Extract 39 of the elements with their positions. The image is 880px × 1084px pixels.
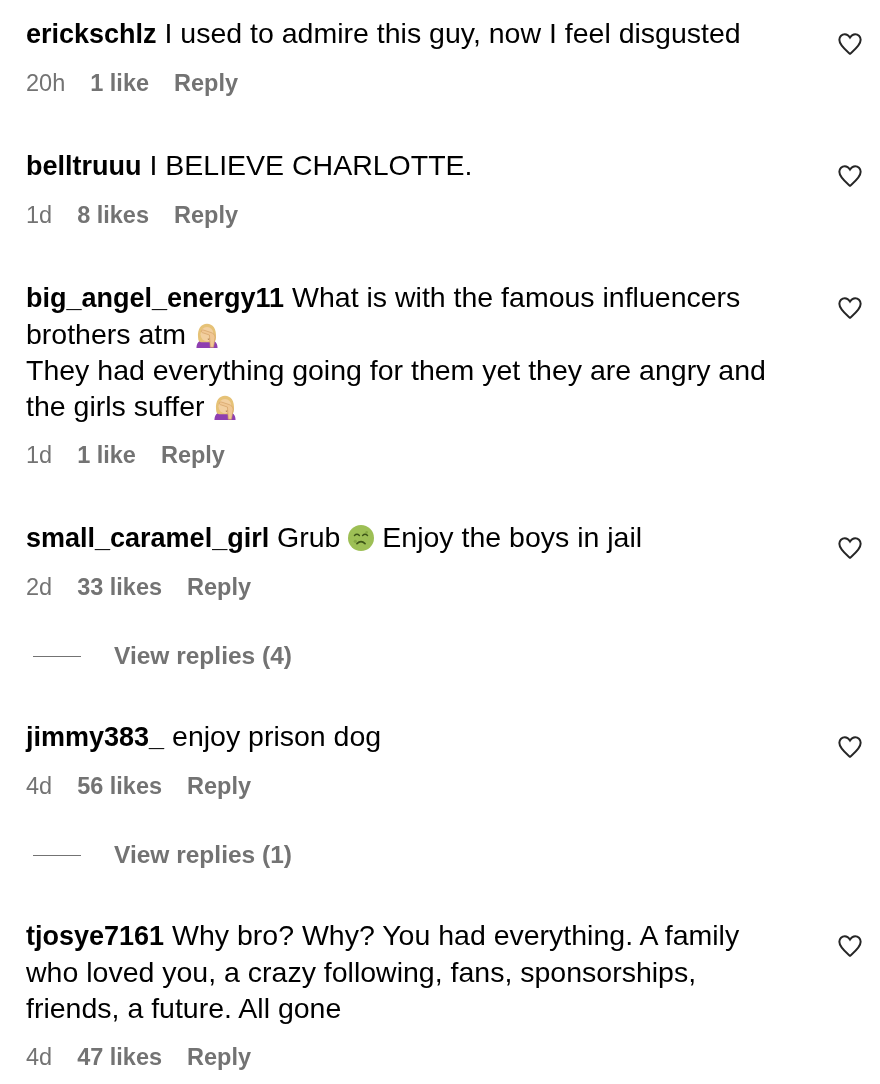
heart-icon[interactable] bbox=[838, 537, 862, 559]
username-link[interactable]: erickschlz bbox=[26, 19, 157, 49]
heart-icon[interactable] bbox=[838, 33, 862, 55]
heart-icon[interactable] bbox=[838, 297, 862, 319]
username-link[interactable]: belltruuu bbox=[26, 151, 142, 181]
reply-button[interactable]: Reply bbox=[187, 1042, 252, 1072]
likes-button[interactable]: 33 likes bbox=[77, 572, 163, 602]
reply-button[interactable]: Reply bbox=[174, 200, 238, 230]
reply-button[interactable]: Reply bbox=[174, 68, 238, 98]
view-replies-button[interactable]: View replies (1) bbox=[114, 840, 292, 870]
nauseated-face-icon bbox=[348, 525, 375, 551]
reply-button[interactable]: Reply bbox=[187, 771, 252, 801]
comment-time: 4d bbox=[26, 1043, 53, 1072]
likes-button[interactable]: 1 like bbox=[77, 440, 136, 470]
comment-time: 4d bbox=[26, 772, 53, 801]
comment-text: belltruuu I BELIEVE CHARLOTTE. bbox=[26, 148, 474, 183]
comment-text: small_caramel_girl Grub Enjoy the boys in jail bbox=[26, 520, 644, 555]
likes-button[interactable]: 56 likes bbox=[77, 771, 163, 801]
username-link[interactable]: tjosye7161 bbox=[26, 921, 165, 951]
comment-text: big_angel_energy11 What is with the famous influencers brothers atm They had everything going for them yet they are angry and the girls suffer bbox=[26, 280, 767, 424]
reply-button[interactable]: Reply bbox=[187, 572, 252, 602]
username-link[interactable]: big_angel_energy11 bbox=[26, 283, 285, 313]
heart-icon[interactable] bbox=[838, 935, 862, 957]
comment-time: 1d bbox=[26, 201, 53, 230]
comment-text: erickschlz I used to admire this guy, now I feel disgusted bbox=[26, 16, 742, 51]
likes-button[interactable]: 1 like bbox=[90, 68, 149, 98]
likes-button[interactable]: 8 likes bbox=[77, 200, 149, 230]
username-link[interactable]: small_caramel_girl bbox=[26, 523, 270, 553]
heart-icon[interactable] bbox=[838, 736, 862, 758]
comment-time: 1d bbox=[26, 441, 53, 470]
comment-time: 2d bbox=[26, 573, 53, 602]
comment-text: tjosye7161 Why bro? Why? You had everything. A family who loved you, a crazy following, fans, sponsorships, friends, a future. All gone bbox=[26, 918, 741, 1026]
reply-button[interactable]: Reply bbox=[160, 440, 225, 470]
view-replies-button[interactable]: View replies (4) bbox=[114, 641, 292, 671]
comment-text: jimmy383_ enjoy prison dog bbox=[26, 719, 383, 754]
likes-button[interactable]: 47 likes bbox=[77, 1042, 163, 1072]
comment-time: 20h bbox=[26, 69, 66, 98]
heart-icon[interactable] bbox=[838, 165, 862, 187]
username-link[interactable]: jimmy383_ bbox=[26, 722, 165, 752]
